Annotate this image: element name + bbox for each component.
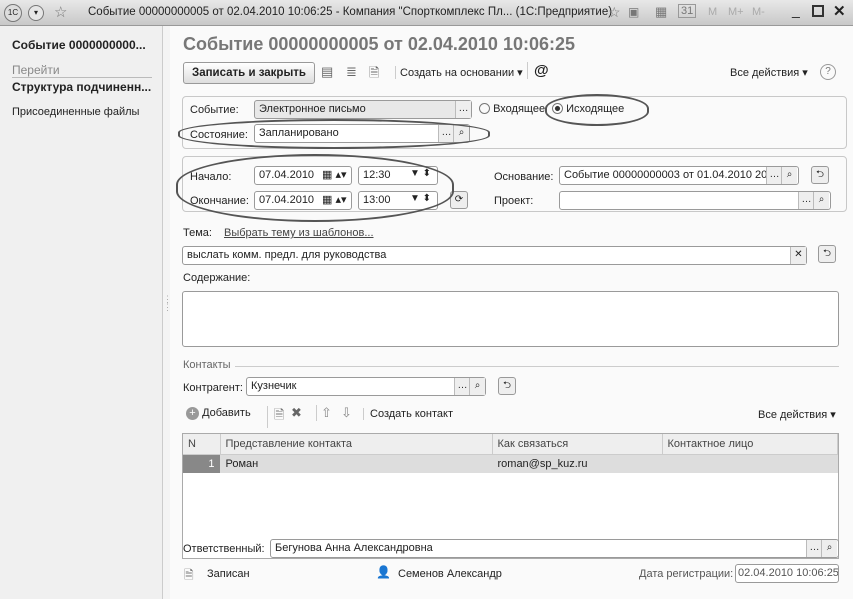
table-row[interactable]: 1 Роман roman@sp_kuz.ru xyxy=(183,454,838,473)
table-header: N Представление контакта Как связаться К… xyxy=(183,434,838,455)
col-person[interactable]: Контактное лицо xyxy=(662,434,838,455)
maximize-icon[interactable] xyxy=(812,5,824,17)
page-title: Событие 00000000005 от 02.04.2010 10:06:… xyxy=(183,34,576,54)
add-contact-button[interactable]: + Добавить xyxy=(186,407,251,420)
all-actions-menu[interactable]: Все действия ▾ xyxy=(730,66,808,79)
reg-date-label: Дата регистрации: xyxy=(639,568,734,580)
project-label: Проект: xyxy=(494,195,534,207)
favorite-star-icon[interactable]: ☆ xyxy=(54,3,67,21)
cell-n: 1 xyxy=(183,454,221,473)
topic-field[interactable]: выслать комм. предл. для руководства xyxy=(182,246,807,265)
counterparty-open-button[interactable]: ⮌ xyxy=(498,377,516,395)
calendar-icon[interactable]: 31 xyxy=(678,4,697,18)
star-icon[interactable]: ☆ xyxy=(608,4,621,21)
add-icon: + xyxy=(186,407,199,420)
counterparty-label: Контрагент: xyxy=(183,382,243,394)
nav-section-goto: Перейти xyxy=(12,63,152,78)
event-label: Событие: xyxy=(190,104,239,116)
counterparty-select-button[interactable]: … xyxy=(454,378,470,395)
basis-search-icon[interactable]: ⌕ xyxy=(781,167,797,184)
col-how[interactable]: Как связаться xyxy=(492,434,663,455)
col-n[interactable]: N xyxy=(183,434,221,455)
content-field[interactable] xyxy=(182,291,839,347)
event-select-button[interactable]: … xyxy=(455,101,471,118)
add-label: Добавить xyxy=(202,407,251,419)
contacts-divider xyxy=(235,366,839,367)
dates-highlight xyxy=(176,154,454,222)
responsible-select-button[interactable]: … xyxy=(806,540,822,557)
status-text: Записан xyxy=(207,568,250,580)
topic-clear-icon[interactable]: ✕ xyxy=(790,247,806,264)
create-contact-button[interactable]: Создать контакт xyxy=(363,408,453,420)
contacts-section-title: Контакты xyxy=(183,359,231,371)
title-bar: 1С ▾ ☆ Событие 00000000005 от 02.04.2010… xyxy=(0,0,853,26)
cell-person[interactable] xyxy=(662,454,838,473)
calculator-icon[interactable]: ▦ xyxy=(655,4,667,20)
document-structure-icon[interactable]: 🗎 xyxy=(369,64,379,86)
create-based-on-menu[interactable]: Создать на основании ▾ xyxy=(395,66,523,79)
author-text: Семенов Александр xyxy=(398,568,502,580)
navigation-panel: Событие 0000000000... Перейти Структура … xyxy=(0,26,163,599)
incoming-label: Входящее xyxy=(493,103,546,115)
basis-label: Основание: xyxy=(494,171,554,183)
minimize-icon[interactable]: _ xyxy=(792,2,800,18)
close-icon[interactable]: ✕ xyxy=(833,2,846,20)
content-label: Содержание: xyxy=(183,272,251,284)
counterparty-search-icon[interactable]: ⌕ xyxy=(469,378,485,395)
user-icon: 👤 xyxy=(376,565,391,579)
cell-how[interactable]: roman@sp_kuz.ru xyxy=(492,454,663,473)
delete-icon[interactable]: ✖ xyxy=(291,405,302,421)
event-field[interactable]: Электронное письмо xyxy=(254,100,472,119)
help-button[interactable]: ? xyxy=(820,64,836,80)
memory-m[interactable]: M xyxy=(708,6,717,18)
col-presentation[interactable]: Представление контакта xyxy=(220,434,493,455)
topic-label: Тема: xyxy=(183,227,212,239)
logo-icon[interactable]: 1С xyxy=(4,4,22,22)
memory-mplus[interactable]: M+ xyxy=(728,6,744,18)
move-up-icon[interactable]: ⇧ xyxy=(316,405,332,421)
incoming-radio[interactable]: Входящее xyxy=(479,103,545,115)
bookmark-icon[interactable]: ▣ xyxy=(628,5,639,19)
responsible-label: Ответственный: xyxy=(183,543,265,555)
radio-circle-incoming xyxy=(479,103,490,114)
responsible-field[interactable]: Бегунова Анна Александровна xyxy=(270,539,839,558)
move-down-icon[interactable]: ⇩ xyxy=(341,405,352,421)
contacts-all-actions-menu[interactable]: Все действия ▾ xyxy=(758,408,836,421)
contacts-all-actions-label: Все действия xyxy=(758,409,828,421)
list-icon[interactable]: ≣ xyxy=(346,64,357,80)
reg-date-field[interactable]: 02.04.2010 10:06:25 xyxy=(735,564,839,583)
copy-icon[interactable]: 🗎 xyxy=(267,406,284,428)
project-search-icon[interactable]: ⌕ xyxy=(813,192,829,209)
status-icon: 🗎 xyxy=(184,568,194,582)
nav-title: Событие 0000000000... xyxy=(12,38,146,52)
menu-dropdown-icon[interactable]: ▾ xyxy=(28,5,44,21)
topic-open-button[interactable]: ⮌ xyxy=(818,245,836,263)
topic-template-link[interactable]: Выбрать тему из шаблонов... xyxy=(224,227,374,239)
nav-item-structure[interactable]: Структура подчиненн... xyxy=(12,80,151,94)
nav-item-attached-files[interactable]: Присоединенные файлы xyxy=(12,106,139,118)
counterparty-field[interactable]: Кузнечик xyxy=(246,377,486,396)
memory-mminus[interactable]: M- xyxy=(752,6,765,18)
create-based-on-label: Создать на основании xyxy=(400,67,515,79)
all-actions-label: Все действия xyxy=(730,67,800,79)
email-at-button[interactable]: @ xyxy=(527,62,549,79)
cell-name[interactable]: Роман xyxy=(220,454,493,473)
window-title: Событие 00000000005 от 02.04.2010 10:06:… xyxy=(88,6,613,18)
form-area: Событие 00000000005 от 02.04.2010 10:06:… xyxy=(170,26,853,599)
responsible-search-icon[interactable]: ⌕ xyxy=(821,540,837,557)
project-field[interactable] xyxy=(559,191,831,210)
outgoing-highlight xyxy=(545,94,649,126)
basis-open-button[interactable]: ⮌ xyxy=(811,166,829,184)
state-highlight xyxy=(178,119,490,149)
save-close-button[interactable]: Записать и закрыть xyxy=(183,62,315,84)
basis-field[interactable]: Событие 00000000003 от 01.04.2010 20:1 xyxy=(559,166,799,185)
save-icon[interactable]: ▤ xyxy=(321,64,333,80)
basis-select-button[interactable]: … xyxy=(766,167,782,184)
project-select-button[interactable]: … xyxy=(798,192,814,209)
